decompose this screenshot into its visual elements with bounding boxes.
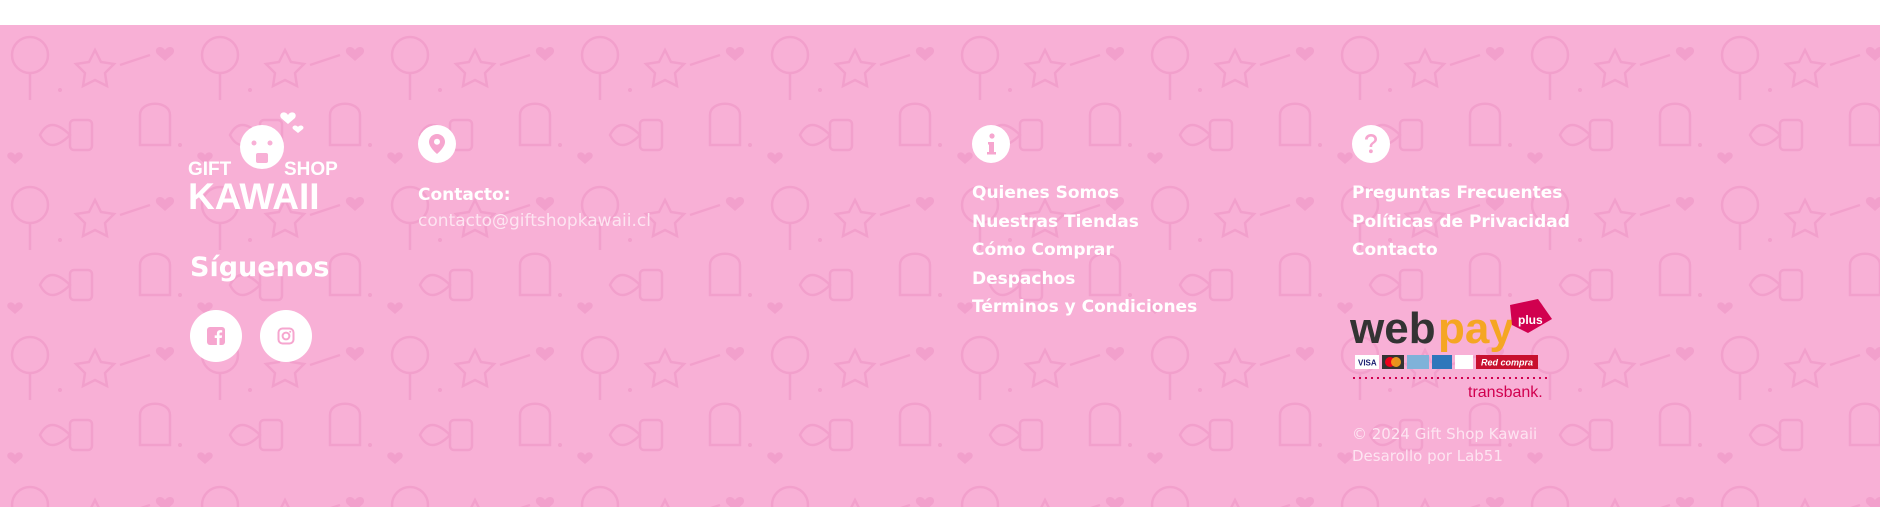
webpay-plus-text: plus <box>1518 313 1543 327</box>
copyright-block: © 2024 Gift Shop Kawaii Desarollo por La… <box>1352 423 1537 467</box>
link-quienes-somos[interactable]: Quienes Somos <box>972 183 1119 203</box>
info-icon <box>987 133 996 155</box>
link-contacto[interactable]: Contacto <box>1352 240 1438 260</box>
link-nuestras-tiendas[interactable]: Nuestras Tiendas <box>972 212 1139 232</box>
info-icon-badge <box>972 125 1010 163</box>
gift-shop-kawaii-logo[interactable]: GIFT SHOP KAWAII <box>188 105 348 217</box>
info-links: Quienes Somos Nuestras Tiendas Cómo Comp… <box>972 179 1197 322</box>
instagram-icon <box>277 327 295 345</box>
link-terminos-condiciones[interactable]: Términos y Condiciones <box>972 297 1197 317</box>
help-icon-badge <box>1352 125 1390 163</box>
logo-graphic: GIFT SHOP KAWAII <box>188 112 338 217</box>
webpay-logo: web pay plus VISA Red compra transbank. <box>1349 299 1552 401</box>
contact-email-link[interactable]: contacto@giftshopkawaii.cl <box>418 211 651 231</box>
location-icon-badge <box>418 125 456 163</box>
logo-text-kawaii: KAWAII <box>188 176 320 215</box>
transbank-text: transbank. <box>1468 384 1543 401</box>
contact-label: Contacto: <box>418 185 511 205</box>
help-links: Preguntas Frecuentes Políticas de Privac… <box>1352 179 1570 265</box>
question-icon <box>1365 134 1377 154</box>
copyright-text: © 2024 Gift Shop Kawaii <box>1352 425 1538 443</box>
developer-credit: Desarollo por Lab51 <box>1352 447 1503 465</box>
webpay-plus-badge: web pay plus VISA Red compra transbank. <box>1349 297 1560 402</box>
footer-content: GIFT SHOP KAWAII Síguenos Contacto: cont… <box>0 25 1880 507</box>
follow-heading: Síguenos <box>190 252 330 283</box>
facebook-icon <box>207 327 225 345</box>
link-despachos[interactable]: Despachos <box>972 269 1075 289</box>
card-logos: VISA Red compra <box>1355 355 1538 369</box>
link-politicas-privacidad[interactable]: Políticas de Privacidad <box>1352 212 1570 232</box>
facebook-button[interactable] <box>190 310 242 362</box>
card-redcompra: Red compra <box>1481 358 1533 368</box>
site-footer: GIFT SHOP KAWAII Síguenos Contacto: cont… <box>0 25 1880 507</box>
webpay-text-web: web <box>1350 304 1436 353</box>
webpay-text-pay: pay <box>1438 304 1514 353</box>
location-pin-icon <box>429 134 445 154</box>
instagram-button[interactable] <box>260 310 312 362</box>
link-preguntas-frecuentes[interactable]: Preguntas Frecuentes <box>1352 183 1562 203</box>
link-como-comprar[interactable]: Cómo Comprar <box>972 240 1114 260</box>
card-visa: VISA <box>1358 359 1377 368</box>
